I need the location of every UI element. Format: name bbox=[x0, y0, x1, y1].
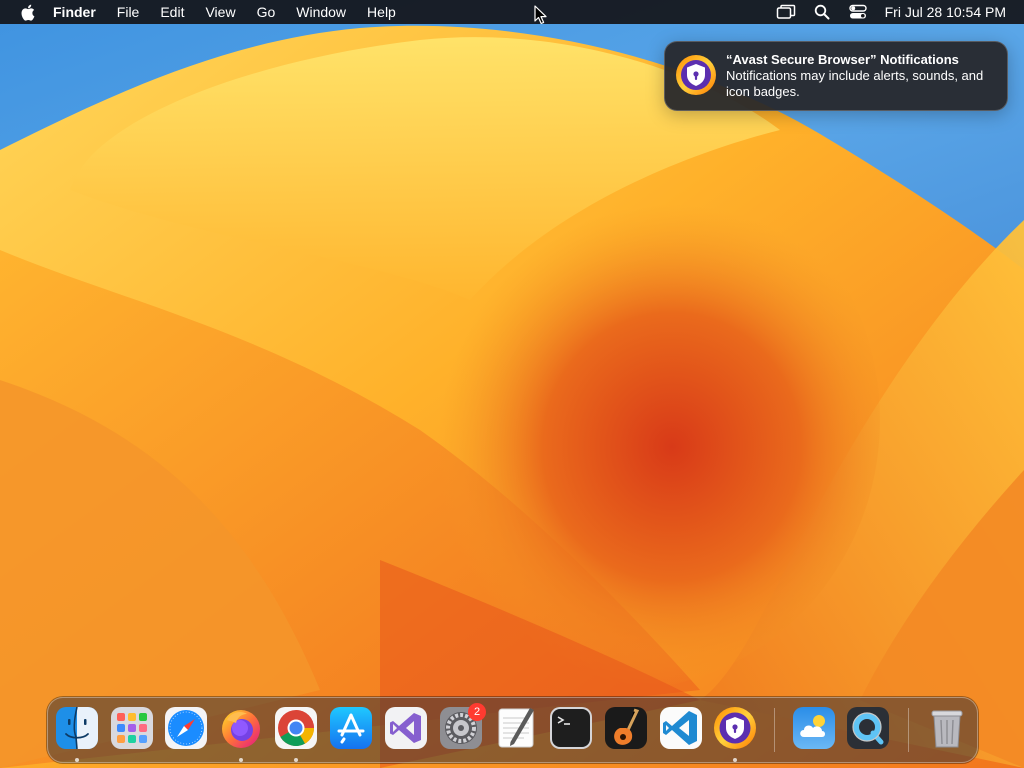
menu-bar-clock[interactable]: Fri Jul 28 10:54 PM bbox=[885, 0, 1006, 24]
quicktime-icon bbox=[847, 707, 889, 749]
running-indicator bbox=[733, 758, 737, 762]
notification-content: “Avast Secure Browser” Notifications Not… bbox=[726, 52, 996, 100]
dock-item-avast-secure-browser[interactable] bbox=[713, 706, 757, 750]
avast-secure-browser-icon bbox=[675, 54, 717, 96]
menu-help[interactable]: Help bbox=[367, 0, 396, 24]
screen-mirroring-icon[interactable] bbox=[775, 3, 797, 21]
desktop-wallpaper bbox=[0, 0, 1024, 768]
finder-icon bbox=[56, 706, 98, 750]
dock-item-trash[interactable] bbox=[925, 706, 969, 750]
menu-window[interactable]: Window bbox=[296, 0, 346, 24]
menu-edit[interactable]: Edit bbox=[160, 0, 184, 24]
dock-item-app-store[interactable] bbox=[329, 706, 373, 750]
dock-item-chrome[interactable] bbox=[274, 706, 318, 750]
notification-badge: 2 bbox=[468, 703, 486, 721]
menu-bar-right: Fri Jul 28 10:54 PM bbox=[761, 0, 1006, 24]
menu-view[interactable]: View bbox=[205, 0, 235, 24]
spotlight-search-icon[interactable] bbox=[811, 3, 833, 21]
dock-item-launchpad[interactable] bbox=[110, 706, 154, 750]
menu-file[interactable]: File bbox=[117, 0, 140, 24]
terminal-icon bbox=[550, 707, 592, 749]
weather-icon bbox=[793, 707, 835, 749]
dock-item-visual-studio[interactable] bbox=[384, 706, 428, 750]
launchpad-icon bbox=[111, 707, 153, 749]
menu-go[interactable]: Go bbox=[257, 0, 276, 24]
firefox-icon bbox=[222, 710, 260, 748]
dock-separator bbox=[908, 708, 909, 752]
dock-item-quicktime[interactable] bbox=[846, 706, 890, 750]
apple-menu-icon[interactable] bbox=[19, 3, 35, 21]
avast-secure-browser-icon bbox=[714, 707, 756, 749]
garageband-icon bbox=[605, 707, 647, 749]
wallpaper-art bbox=[0, 25, 1024, 768]
app-store-icon bbox=[330, 707, 372, 749]
dock-item-terminal[interactable] bbox=[549, 706, 593, 750]
dock-item-firefox[interactable] bbox=[219, 706, 263, 750]
vscode-icon bbox=[660, 707, 702, 749]
mouse-pointer-icon bbox=[534, 5, 548, 30]
control-center-icon[interactable] bbox=[847, 3, 869, 21]
running-indicator bbox=[294, 758, 298, 762]
dock-item-finder[interactable] bbox=[55, 706, 99, 750]
trash-icon bbox=[931, 710, 963, 748]
visual-studio-icon bbox=[385, 707, 427, 749]
notification-body: Notifications may include alerts, sounds… bbox=[726, 68, 984, 99]
running-indicator bbox=[75, 758, 79, 762]
chrome-icon bbox=[275, 707, 317, 749]
dock-item-vscode[interactable] bbox=[659, 706, 703, 750]
dock-separator bbox=[774, 708, 775, 752]
running-indicator bbox=[239, 758, 243, 762]
menu-app-finder[interactable]: Finder bbox=[53, 0, 96, 24]
textedit-icon bbox=[498, 708, 534, 748]
safari-icon bbox=[165, 707, 207, 749]
menu-bar-left: Finder File Edit View Go Window Help bbox=[0, 0, 417, 24]
notification-banner[interactable]: “Avast Secure Browser” Notifications Not… bbox=[664, 41, 1008, 111]
dock: 2 bbox=[47, 697, 978, 763]
dock-item-weather[interactable] bbox=[792, 706, 836, 750]
dock-item-safari[interactable] bbox=[164, 706, 208, 750]
dock-item-system-settings[interactable]: 2 bbox=[439, 703, 486, 750]
menu-bar: Finder File Edit View Go Window Help Fri… bbox=[0, 0, 1024, 24]
notification-title: “Avast Secure Browser” Notifications bbox=[726, 52, 959, 67]
dock-item-textedit[interactable] bbox=[494, 706, 538, 750]
dock-item-garageband[interactable] bbox=[604, 706, 648, 750]
